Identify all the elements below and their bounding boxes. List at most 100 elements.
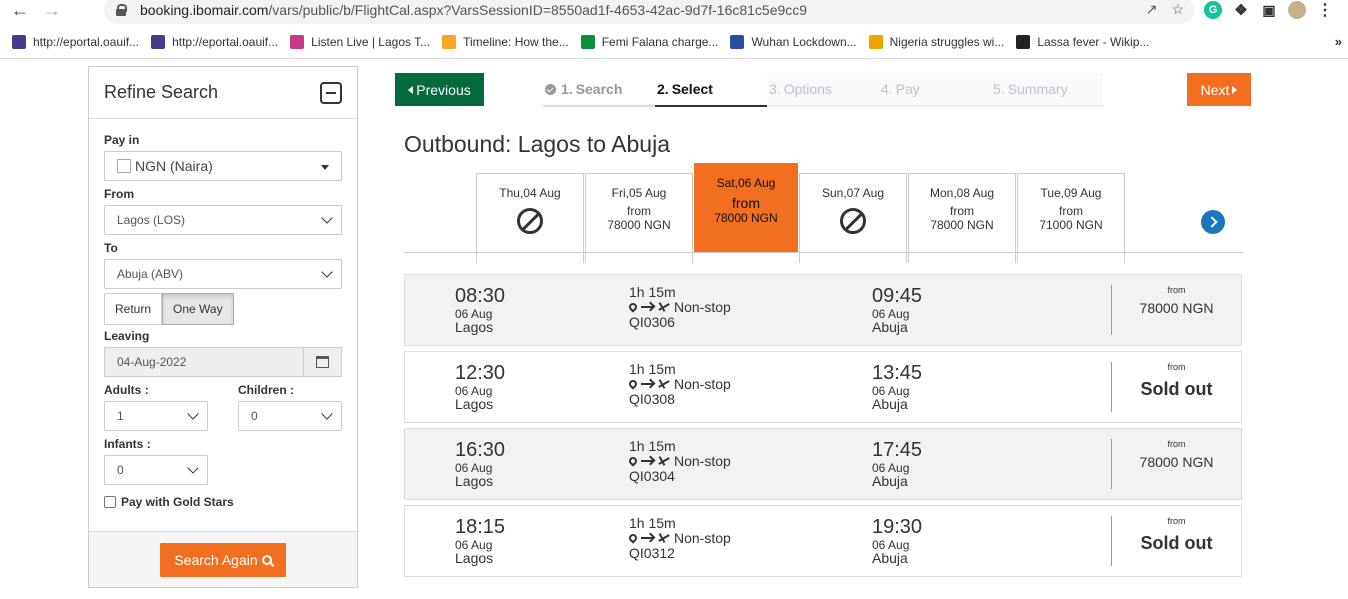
grammarly-extension-icon[interactable]: G: [1204, 1, 1222, 19]
refine-search-title: Refine Search: [104, 82, 219, 102]
adults-select[interactable]: 1: [104, 401, 208, 431]
plane-icon: [658, 301, 670, 313]
profile-avatar[interactable]: [1288, 1, 1306, 19]
browser-toolbar: ← → booking.ibomair.com/vars/public/b/Fl…: [0, 0, 1348, 26]
infants-select[interactable]: 0: [104, 455, 208, 485]
date-tab[interactable]: Sun,07 Aug: [799, 173, 907, 263]
stops-info: Non-stop: [627, 530, 731, 546]
bookmark-favicon-icon: [12, 35, 26, 49]
bookmark-item[interactable]: http://eportal.oauif...: [151, 35, 278, 49]
lock-icon[interactable]: [116, 4, 127, 16]
date-selector-divider: [404, 252, 1243, 253]
step-options: 3. Options: [767, 73, 879, 107]
arrow-right-icon: [641, 460, 653, 462]
fare-from-label: from: [1167, 439, 1186, 449]
calendar-icon: [316, 356, 329, 368]
gold-stars-checkbox[interactable]: [104, 496, 116, 508]
chevron-down-icon: [321, 212, 333, 224]
bookmark-item[interactable]: Timeline: How the...: [442, 35, 569, 49]
return-toggle[interactable]: Return: [104, 293, 163, 325]
fare-from-label: from: [1167, 516, 1186, 526]
adults-label: Adults :: [104, 383, 149, 397]
step-search[interactable]: 1. Search: [543, 73, 655, 107]
map-pin-icon: [627, 455, 639, 467]
extensions-puzzle-icon[interactable]: ❖: [1232, 1, 1250, 19]
step-summary: 5. Summary: [991, 73, 1103, 107]
address-bar[interactable]: booking.ibomair.com/vars/public/b/Flight…: [104, 0, 1194, 24]
flight-row[interactable]: 18:15 06 Aug Lagos 1h 15m Non-stop QI031…: [404, 505, 1242, 577]
date-tab[interactable]: Mon,08 Aug from 78000 NGN: [908, 173, 1016, 263]
arrival-time: 19:30: [872, 516, 923, 538]
fare-cell[interactable]: from 78000 NGN: [1111, 285, 1241, 335]
forward-arrow-icon[interactable]: →: [40, 0, 64, 22]
gold-stars-option[interactable]: Pay with Gold Stars: [104, 495, 342, 509]
more-bookmarks-icon[interactable]: »: [1335, 34, 1342, 49]
date-tab-price: 78000 NGN: [607, 218, 671, 232]
departure-time: 18:15: [455, 516, 506, 538]
date-tab[interactable]: Tue,09 Aug from 71000 NGN: [1017, 173, 1125, 263]
date-tab[interactable]: Fri,05 Aug from 78000 NGN: [585, 173, 693, 263]
destination-select[interactable]: Abuja (ABV): [104, 259, 342, 289]
date-tab-from: from: [732, 195, 760, 211]
date-tab[interactable]: Thu,04 Aug: [476, 173, 584, 263]
one-way-toggle[interactable]: One Way: [162, 293, 234, 325]
flight-number: QI0308: [629, 391, 675, 407]
calendar-button[interactable]: [304, 347, 342, 377]
flight-row[interactable]: 08:30 06 Aug Lagos 1h 15m Non-stop QI030…: [404, 274, 1242, 346]
date-tab[interactable]: Sat,06 Aug from 78000 NGN: [694, 163, 798, 253]
sidepanel-icon[interactable]: ▣: [1260, 1, 1278, 19]
bookmark-item[interactable]: Lassa fever - Wikip...: [1016, 35, 1149, 49]
check-circle-icon: [545, 83, 556, 95]
leaving-date-input[interactable]: 04-Aug-2022: [104, 347, 342, 377]
to-label: To: [104, 241, 118, 255]
bookmark-item[interactable]: http://eportal.oauif...: [12, 35, 139, 49]
date-tab-from: from: [627, 204, 651, 218]
share-icon[interactable]: ↗: [1146, 1, 1158, 18]
date-selector: Thu,04 Aug Fri,05 Aug from 78000 NGN Sat,06 …: [476, 163, 1126, 263]
arrival-city: Abuja: [872, 319, 908, 335]
origin-select[interactable]: Lagos (LOS): [104, 205, 342, 235]
fare-cell[interactable]: from 78000 NGN: [1111, 439, 1241, 489]
chevron-down-icon: [187, 462, 199, 474]
departure-time: 08:30: [455, 285, 506, 307]
plane-icon: [658, 532, 670, 544]
next-button[interactable]: Next: [1187, 73, 1251, 106]
chevron-down-icon: [321, 266, 333, 278]
flight-row[interactable]: 12:30 06 Aug Lagos 1h 15m Non-stop QI030…: [404, 351, 1242, 423]
flight-row[interactable]: 16:30 06 Aug Lagos 1h 15m Non-stop QI030…: [404, 428, 1242, 500]
bookmark-item[interactable]: Listen Live | Lagos T...: [290, 35, 430, 49]
outbound-title: Outbound: Lagos to Abuja: [404, 131, 670, 157]
previous-button[interactable]: Previous: [395, 73, 484, 106]
children-label: Children :: [238, 383, 295, 397]
date-tab-day: Sun,07 Aug: [821, 186, 885, 200]
arrival-city: Abuja: [872, 550, 908, 566]
bookmark-item[interactable]: Nigeria struggles wi...: [868, 35, 1004, 49]
departure-city: Lagos: [455, 473, 494, 489]
bookmark-favicon-icon: [580, 35, 595, 49]
date-tab-day: Sat,06 Aug: [716, 176, 776, 190]
map-pin-icon: [627, 378, 639, 390]
bookmarks-bar: http://eportal.oauif... http://eportal.oa…: [0, 30, 1348, 54]
bookmark-item[interactable]: Femi Falana charge...: [580, 35, 718, 49]
star-icon[interactable]: ☆: [1171, 1, 1184, 18]
fare-from-label: from: [1167, 362, 1186, 372]
pay-in-label: Pay in: [104, 133, 140, 147]
search-again-button[interactable]: Search Again: [160, 542, 286, 577]
step-select: 2. Select: [655, 73, 767, 107]
arrival-time: 17:45: [872, 439, 923, 461]
back-arrow-icon[interactable]: ←: [8, 0, 32, 22]
date-tab-price: 71000 NGN: [1039, 218, 1103, 232]
sold-out-label: Sold out: [1140, 533, 1213, 553]
step-pay: 4. Pay: [879, 73, 991, 107]
currency-select[interactable]: NGN (Naira): [104, 151, 342, 181]
children-select[interactable]: 0: [238, 401, 342, 431]
arrival-city: Abuja: [872, 473, 908, 489]
collapse-minus-icon[interactable]: [320, 81, 342, 104]
arrival-time: 13:45: [872, 362, 923, 384]
bookmark-item[interactable]: Wuhan Lockdown...: [730, 35, 857, 49]
date-tab-day: Tue,09 Aug: [1040, 186, 1102, 200]
kebab-menu-icon[interactable]: ⋮: [1316, 1, 1334, 19]
map-pin-icon: [627, 532, 639, 544]
next-dates-chevron-icon[interactable]: [1201, 210, 1225, 234]
leaving-label: Leaving: [104, 329, 150, 343]
